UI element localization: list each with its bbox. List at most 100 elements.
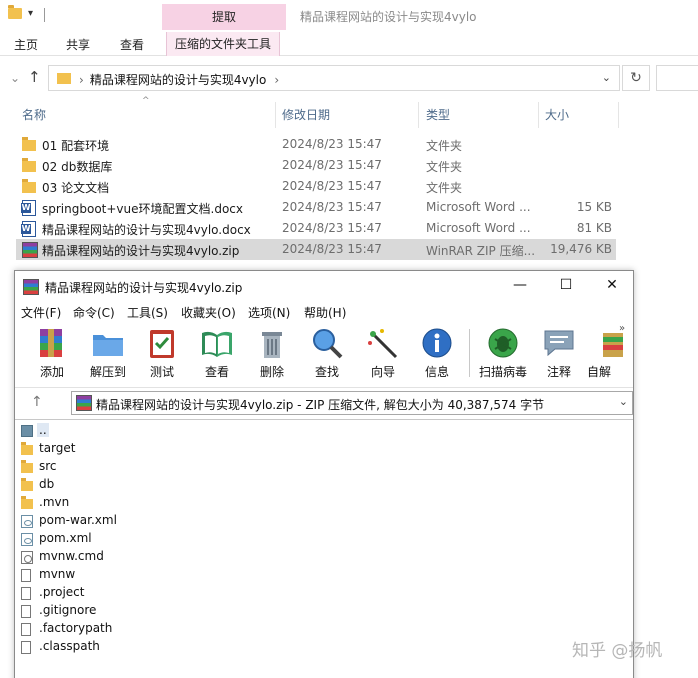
menu-help[interactable]: 帮助(H): [304, 304, 346, 321]
up-arrow-icon[interactable]: ↑: [28, 68, 41, 86]
explorer-titlebar: ▾ 提取 精品课程网站的设计与实现4vylo: [0, 0, 698, 32]
column-header-date[interactable]: 修改日期: [282, 102, 330, 128]
list-item[interactable]: ..: [19, 422, 319, 440]
file-type: 文件夹: [426, 181, 463, 195]
quick-access-dropdown-icon[interactable]: ▾: [28, 8, 33, 19]
ribbon-tab-share[interactable]: 共享: [66, 36, 90, 53]
column-header-name[interactable]: 名称: [22, 102, 46, 128]
menu-favorites[interactable]: 收藏夹(O): [181, 304, 236, 321]
list-item[interactable]: .factorypath: [19, 620, 319, 638]
file-size: 19,476 KB: [550, 242, 612, 256]
magnifier-icon: [313, 329, 343, 359]
toolbar-find-button[interactable]: 查找: [302, 327, 352, 383]
file-row[interactable]: 精品课程网站的设计与实现4vylo.docx 2024/8/23 15:47 M…: [16, 218, 616, 239]
file-date: 2024/8/23 15:47: [282, 242, 382, 256]
column-divider[interactable]: [538, 102, 539, 128]
winrar-toolbar: 添加 解压到 测试 查看 删除 查找 向导 信息 扫描病毒 注释 自解 »: [15, 323, 633, 383]
toolbar-comment-button[interactable]: 注释: [534, 327, 584, 383]
winrar-window-title: 精品课程网站的设计与实现4vylo.zip: [45, 281, 243, 295]
file-row[interactable]: springboot+vue环境配置文档.docx 2024/8/23 15:4…: [16, 197, 616, 218]
folder-icon: [21, 460, 33, 473]
ribbon-tab-view[interactable]: 查看: [120, 36, 144, 53]
column-divider[interactable]: [275, 102, 276, 128]
refresh-button[interactable]: ↻: [622, 65, 650, 91]
address-dropdown-icon[interactable]: ⌄: [602, 71, 611, 84]
folder-icon: [21, 478, 33, 491]
close-button[interactable]: ✕: [597, 277, 627, 293]
toolbar-view-button[interactable]: 查看: [192, 327, 242, 383]
list-item[interactable]: mvnw.cmd: [19, 548, 319, 566]
file-icon: [21, 641, 31, 654]
wizard-wand-icon: [368, 329, 398, 359]
chevron-down-icon[interactable]: ⌄: [619, 395, 628, 408]
file-size: 81 KB: [576, 221, 612, 235]
quick-access-folder-icon[interactable]: [8, 5, 22, 19]
toolbar-separator: [469, 329, 470, 377]
winrar-logo-icon: [23, 279, 39, 295]
list-item[interactable]: .mvn: [19, 494, 319, 512]
toolbar-virus-scan-button[interactable]: 扫描病毒: [478, 327, 528, 383]
list-item[interactable]: .classpath: [19, 638, 319, 656]
toolbar-overflow-chevron-icon[interactable]: »: [619, 323, 625, 334]
list-item[interactable]: mvnw: [19, 566, 319, 584]
file-row[interactable]: 03 论文文档 2024/8/23 15:47 文件夹: [16, 176, 616, 197]
file-row[interactable]: 02 db数据库 2024/8/23 15:47 文件夹: [16, 155, 616, 176]
toolbar-info-button[interactable]: 信息: [412, 327, 462, 383]
winrar-archive-icon: [22, 242, 38, 258]
toolbar-sfx-button[interactable]: 自解: [587, 327, 627, 383]
file-row-selected[interactable]: 精品课程网站的设计与实现4vylo.zip 2024/8/23 15:47 Wi…: [16, 239, 616, 260]
sort-ascending-icon: ^: [142, 96, 150, 106]
address-bar[interactable]: › 精品课程网站的设计与实现4vylo › ⌄: [48, 65, 620, 91]
file-name: 精品课程网站的设计与实现4vylo.docx: [42, 223, 251, 237]
ribbon-tab-compressed-folder-tools[interactable]: 压缩的文件夹工具: [166, 32, 281, 56]
column-divider[interactable]: [618, 102, 619, 128]
xml-file-icon: [21, 515, 33, 528]
archive-path-dropdown[interactable]: 精品课程网站的设计与实现4vylo.zip - ZIP 压缩文件, 解包大小为 …: [71, 391, 633, 415]
file-icon: [21, 623, 31, 636]
list-item[interactable]: pom-war.xml: [19, 512, 319, 530]
explorer-ribbon: 主页 共享 查看 压缩的文件夹工具: [0, 32, 698, 56]
list-item[interactable]: target: [19, 440, 319, 458]
file-name: 01 配套环境: [42, 139, 110, 153]
list-item[interactable]: db: [19, 476, 319, 494]
toolbar-add-button[interactable]: 添加: [27, 327, 77, 383]
menu-file[interactable]: 文件(F): [21, 304, 61, 321]
file-name: 03 论文文档: [42, 181, 110, 195]
toolbar-extract-to-button[interactable]: 解压到: [83, 327, 133, 383]
toolbar-delete-button[interactable]: 删除: [247, 327, 297, 383]
list-item[interactable]: pom.xml: [19, 530, 319, 548]
context-tab-extract[interactable]: 提取: [162, 4, 286, 30]
search-input[interactable]: [656, 65, 698, 91]
file-type: 文件夹: [426, 139, 463, 153]
column-divider[interactable]: [418, 102, 419, 128]
recent-locations-chevron-icon[interactable]: ⌄: [10, 71, 20, 85]
minimize-button[interactable]: —: [505, 277, 535, 293]
menu-commands[interactable]: 命令(C): [73, 304, 115, 321]
maximize-button[interactable]: ☐: [551, 277, 581, 293]
file-type: 文件夹: [426, 160, 463, 174]
menu-options[interactable]: 选项(N): [248, 304, 290, 321]
up-one-level-icon[interactable]: ↑: [31, 394, 43, 410]
archive-file-list: .. target src db .mvn pom-war.xml pom.xm…: [15, 419, 633, 678]
ribbon-tab-home[interactable]: 主页: [14, 36, 38, 53]
winrar-titlebar[interactable]: 精品课程网站的设计与实现4vylo.zip — ☐ ✕: [15, 271, 633, 301]
column-header-size[interactable]: 大小: [545, 102, 569, 128]
address-path[interactable]: › 精品课程网站的设计与实现4vylo ›: [79, 71, 279, 88]
toolbar-test-button[interactable]: 测试: [137, 327, 187, 383]
list-item[interactable]: src: [19, 458, 319, 476]
folder-icon: [22, 179, 36, 193]
address-bar-row: ⌄ ↑ › 精品课程网站的设计与实现4vylo › ⌄ ↻: [0, 62, 698, 94]
toolbar-wizard-button[interactable]: 向导: [358, 327, 408, 383]
file-row[interactable]: 01 配套环境 2024/8/23 15:47 文件夹: [16, 134, 616, 155]
winrar-path-row: ↑ 精品课程网站的设计与实现4vylo.zip - ZIP 压缩文件, 解包大小…: [15, 387, 633, 417]
menu-tools[interactable]: 工具(S): [127, 304, 168, 321]
list-item[interactable]: .gitignore: [19, 602, 319, 620]
file-icon: [21, 605, 31, 618]
list-item[interactable]: .project: [19, 584, 319, 602]
column-header-type[interactable]: 类型: [426, 102, 450, 128]
folder-icon: [22, 158, 36, 172]
address-folder-icon: [57, 73, 71, 84]
virus-scan-icon: [488, 328, 518, 358]
xml-file-icon: [21, 533, 33, 546]
explorer-window-title: 精品课程网站的设计与实现4vylo: [300, 10, 477, 24]
